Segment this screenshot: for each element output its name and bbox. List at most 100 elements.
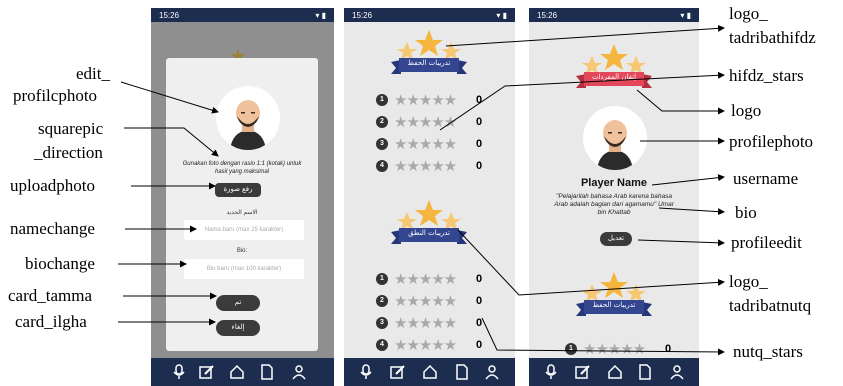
- bio-change-input[interactable]: Bio baru (max 100 karakter): [184, 259, 304, 279]
- row-number: 2: [376, 116, 388, 128]
- bottom-star-row[interactable]: 1 ★★★★★ 0: [565, 340, 695, 358]
- phone-profile: 15:26 ▾ ▮ إتقان المفردات Player Name "Pel…: [529, 8, 699, 386]
- label-edit-profilephoto-2: profilcphoto: [13, 86, 98, 105]
- edit-profilephoto[interactable]: [216, 86, 280, 150]
- label-squarepic-1: squarepic: [38, 119, 104, 138]
- profilephoto: [583, 106, 647, 170]
- card-ilgha-button[interactable]: إلغاء: [216, 320, 260, 336]
- edit-icon[interactable]: [390, 364, 406, 380]
- label-logo: logo: [731, 101, 762, 120]
- squarepic-direction: Gunakan foto dengan rasio 1:1 (kotak) un…: [182, 161, 302, 175]
- rating-stars-icon: ★★★★★: [394, 314, 457, 332]
- nutq-star-row[interactable]: 2 ★★★★★ 0: [376, 292, 496, 310]
- label-logo-tadribatnutq-1: logo_: [729, 272, 768, 291]
- hifdz-banner-text: تدريبات الحفظ: [407, 59, 451, 67]
- document-icon[interactable]: [454, 364, 470, 380]
- status-icons: ▾ ▮: [496, 11, 507, 20]
- label-username: username: [733, 169, 799, 188]
- rating-stars-icon: ★★★★★: [394, 270, 457, 288]
- bottom-navbar: [151, 358, 334, 386]
- phone-trainings: 15:26 ▾ ▮ تدريبات الحفظ 1 ★★★★★ 0 2 ★★★★★ 0 3…: [344, 8, 515, 386]
- bottom-navbar: [529, 358, 699, 386]
- label-bio: bio: [735, 203, 757, 222]
- logo-tadribathifdz: تدريبات الحفظ: [389, 28, 469, 84]
- label-namechange: namechange: [10, 219, 95, 238]
- mic-icon[interactable]: [358, 364, 374, 380]
- document-icon[interactable]: [637, 364, 653, 380]
- edit-icon[interactable]: [199, 364, 215, 380]
- rating-stars-icon: ★★★★★: [394, 135, 457, 153]
- phone-edit-profile: 15:26 ▾ ▮ ★ Gunakan foto dengan rasio 1:1…: [151, 8, 334, 386]
- label-profileedit: profileedit: [731, 233, 802, 252]
- trophy-stars-icon: [576, 44, 652, 88]
- rating-stars-icon: ★★★★★: [394, 91, 457, 109]
- label-logo-tadribathifdz-1: logo_: [729, 4, 768, 23]
- logo: إتقان المفردات: [574, 42, 654, 98]
- edit-icon[interactable]: [575, 364, 591, 380]
- row-number: 2: [376, 295, 388, 307]
- rating-stars-icon: ★★★★★: [394, 292, 457, 310]
- row-score: 0: [665, 343, 672, 355]
- row-score: 0: [476, 295, 483, 307]
- label-logo-tadribathifdz-2: tadribathifdz: [729, 28, 816, 47]
- nutq-stars-list: 1 ★★★★★ 0 2 ★★★★★ 0 3 ★★★★★ 0 4 ★★★★★ 0: [376, 270, 506, 363]
- hifdz-star-row[interactable]: 4 ★★★★★ 0: [376, 157, 496, 175]
- rating-stars-icon: ★★★★★: [394, 336, 457, 354]
- status-bar: 15:26 ▾ ▮: [344, 8, 515, 22]
- bottom-hifdz-logo: تدريبات الحفظ: [574, 270, 654, 326]
- bottom-navbar: [344, 358, 515, 386]
- row-score: 0: [476, 94, 483, 106]
- document-icon[interactable]: [259, 364, 275, 380]
- row-score: 0: [476, 116, 483, 128]
- row-score: 0: [476, 317, 483, 329]
- trophy-stars-icon: [391, 30, 467, 74]
- hifdz-star-row[interactable]: 1 ★★★★★ 0: [376, 91, 496, 109]
- label-hifdz-stars: hifdz_stars: [729, 66, 804, 85]
- label-card-tamma: card_tamma: [8, 286, 93, 305]
- name-heading: الاسم الجديد: [226, 210, 258, 216]
- bottom-banner-text: تدريبات الحفظ: [592, 301, 636, 309]
- label-biochange: biochange: [25, 254, 95, 273]
- name-change-input[interactable]: Nama baru (max 25 karakter): [184, 220, 304, 240]
- nutq-star-row[interactable]: 1 ★★★★★ 0: [376, 270, 496, 288]
- home-icon[interactable]: [607, 364, 623, 380]
- status-time: 15:26: [537, 11, 558, 20]
- home-icon[interactable]: [229, 364, 245, 380]
- profile-icon[interactable]: [669, 364, 685, 380]
- status-time: 15:26: [352, 11, 373, 20]
- mic-icon[interactable]: [543, 364, 559, 380]
- label-squarepic-2: _direction: [34, 143, 103, 162]
- hifdz-stars-list: 1 ★★★★★ 0 2 ★★★★★ 0 3 ★★★★★ 0 4 ★★★★★ 0: [376, 91, 506, 184]
- row-score: 0: [476, 339, 483, 351]
- nutq-star-row[interactable]: 4 ★★★★★ 0: [376, 336, 496, 354]
- row-number: 1: [376, 273, 388, 285]
- profile-edit-button[interactable]: تعديل: [600, 232, 632, 246]
- nutq-star-row[interactable]: 3 ★★★★★ 0: [376, 314, 496, 332]
- label-logo-tadribatnutq-2: tadribatnutq: [729, 296, 812, 315]
- row-score: 0: [476, 138, 483, 150]
- upload-photo-button[interactable]: رفع صورة: [215, 183, 261, 197]
- status-time: 15:26: [159, 11, 180, 20]
- trophy-stars-icon: [391, 200, 467, 244]
- profile-icon[interactable]: [291, 364, 307, 380]
- status-icons: ▾ ▮: [680, 11, 691, 20]
- profile-icon[interactable]: [484, 364, 500, 380]
- hifdz-star-row[interactable]: 2 ★★★★★ 0: [376, 113, 496, 131]
- card-tamma-button[interactable]: تم: [216, 295, 260, 311]
- status-icons: ▾ ▮: [315, 11, 326, 20]
- rating-stars-icon: ★★★★★: [394, 113, 457, 131]
- bio: "Pelajarilah bahasa Arab karena bahasa A…: [554, 193, 674, 216]
- label-profilephoto: profilephoto: [729, 132, 814, 151]
- label-nutq-stars: nutq_stars: [733, 342, 803, 361]
- hifdz-star-row[interactable]: 3 ★★★★★ 0: [376, 135, 496, 153]
- row-number: 4: [376, 339, 388, 351]
- label-card-ilgha: card_ilgha: [15, 312, 87, 331]
- rating-stars-icon: ★★★★★: [583, 340, 646, 358]
- home-icon[interactable]: [422, 364, 438, 380]
- nutq-banner-text: تدريبات النطق: [408, 229, 450, 237]
- label-uploadphoto: uploadphoto: [10, 176, 95, 195]
- mic-icon[interactable]: [171, 364, 187, 380]
- avatar-icon: [230, 100, 266, 150]
- logo-banner-text: إتقان المفردات: [591, 73, 637, 81]
- row-number: 4: [376, 160, 388, 172]
